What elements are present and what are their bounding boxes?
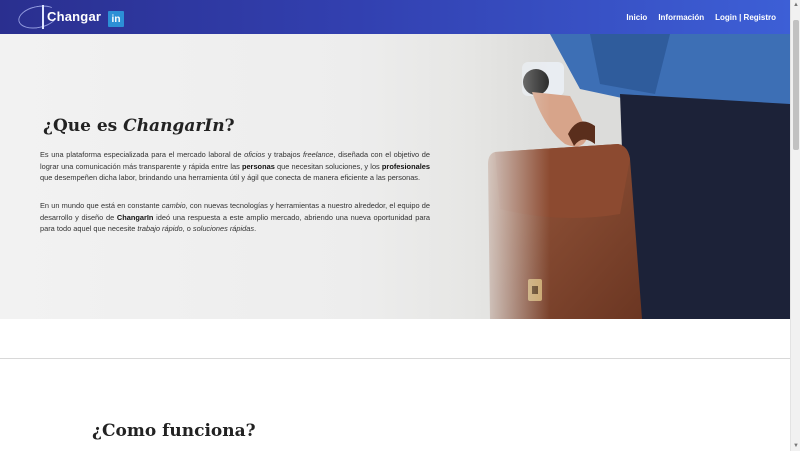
section-divider (0, 358, 790, 359)
intro-paragraph: Es una plataforma especializada para el … (40, 149, 430, 184)
paragraph-run: oficios (244, 150, 266, 159)
brand-badge: in (108, 11, 124, 27)
nav-link-login-registro[interactable]: Login | Registro (715, 13, 776, 22)
hero-businessman-image (470, 34, 790, 319)
paragraph-run: , o (182, 224, 193, 233)
scroll-up-arrow-icon[interactable]: ▲ (792, 1, 800, 9)
logo-divider (42, 5, 44, 29)
paragraph-run: ChangarIn (116, 212, 154, 222)
scroll-down-arrow-icon[interactable]: ▼ (792, 442, 800, 450)
hero-title-prefix: ¿Que es (43, 116, 124, 136)
mission-paragraph: En un mundo que está en constante cambio… (40, 200, 430, 235)
paragraph-run: que desempeñen dicha labor, brindando un… (40, 173, 421, 182)
hero-title-suffix: ? (224, 116, 235, 136)
hero-title: ¿Que es ChangarIn? (43, 116, 235, 136)
paragraph-run: personas (241, 161, 275, 171)
paragraph-run: trabajo rápido (137, 224, 183, 233)
hero-title-brand: ChangarIn (123, 116, 225, 136)
paragraph-run: que necesitan soluciones, y los (274, 161, 382, 171)
top-navbar: Changar in Inicio Información Login | Re… (0, 0, 790, 34)
how-it-works-title: ¿Como funciona? (92, 421, 256, 441)
paragraph-run: . (254, 224, 257, 233)
paragraph-run: freelance (302, 150, 334, 159)
nav-link-informacion[interactable]: Información (658, 13, 704, 22)
paragraph-run: cambio (161, 201, 186, 210)
paragraph-run: profesionales (381, 161, 430, 171)
paragraph-run: soluciones rápidas (192, 224, 255, 233)
nav-link-inicio[interactable]: Inicio (626, 13, 647, 22)
scroll-thumb[interactable] (793, 20, 799, 150)
page-scrollbar[interactable]: ▲ ▼ (790, 0, 800, 451)
brand-name: Changar (47, 9, 102, 24)
nav-links: Inicio Información Login | Registro (626, 0, 776, 34)
paragraph-run: En un mundo que está en constante (40, 201, 162, 210)
paragraph-run: y trabajos (265, 150, 303, 159)
hero-section: ¿Que es ChangarIn? Es una plataforma esp… (0, 34, 790, 319)
paragraph-run: Es una plataforma especializada para el … (40, 150, 245, 159)
